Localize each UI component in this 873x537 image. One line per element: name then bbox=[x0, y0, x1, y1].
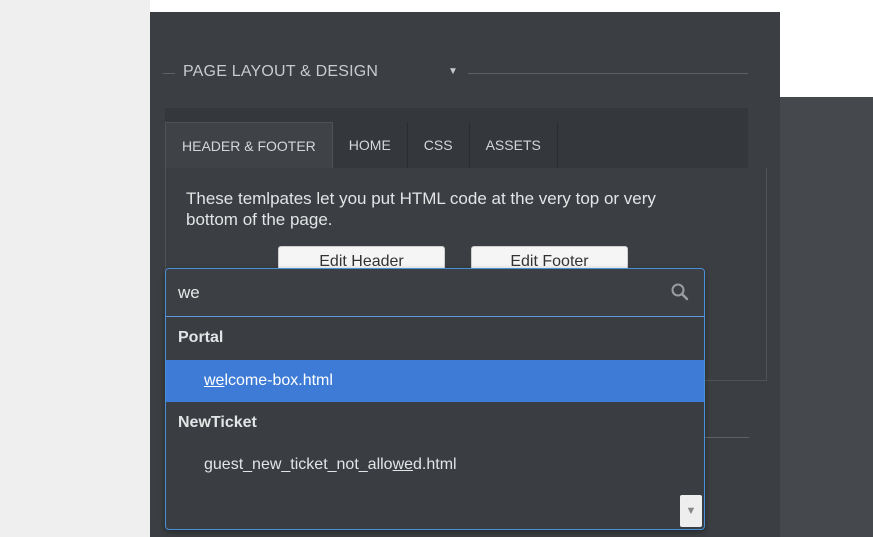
option-prefix: guest_new_ticket_not_allo bbox=[204, 456, 393, 473]
section-header[interactable]: PAGE LAYOUT & DESIGN ▼ bbox=[163, 60, 748, 86]
tab-bar: HEADER & FOOTER HOME CSS ASSETS bbox=[165, 122, 558, 168]
group-label-newticket: NewTicket bbox=[178, 414, 257, 431]
header-rule-right bbox=[468, 73, 748, 74]
option-suffix: lcome-box.html bbox=[224, 372, 333, 389]
scroll-down-arrow-icon[interactable]: ▼ bbox=[680, 495, 702, 527]
search-icon bbox=[671, 283, 689, 301]
left-gutter bbox=[0, 0, 150, 537]
tab-home[interactable]: HOME bbox=[333, 122, 408, 168]
description-text: These temlpates let you put HTML code at… bbox=[186, 189, 656, 229]
template-search-dropdown[interactable]: Portal welcome-box.html NewTicket guest_… bbox=[165, 268, 705, 530]
header-rule-left bbox=[163, 73, 175, 74]
tab-assets[interactable]: ASSETS bbox=[470, 122, 558, 168]
option-suffix: d.html bbox=[413, 456, 457, 473]
dropdown-search-bar bbox=[166, 269, 704, 317]
section-title[interactable]: PAGE LAYOUT & DESIGN bbox=[183, 63, 378, 81]
option-match-highlight: we bbox=[204, 372, 225, 389]
caret-down-icon[interactable]: ▼ bbox=[448, 66, 458, 77]
lower-divider bbox=[705, 437, 749, 438]
option-guest-new-ticket[interactable]: guest_new_ticket_not_allowed.html bbox=[166, 444, 704, 486]
group-label-portal: Portal bbox=[178, 329, 224, 346]
right-panel bbox=[780, 97, 873, 537]
option-match-highlight: we bbox=[392, 456, 414, 473]
tab-header-footer[interactable]: HEADER & FOOTER bbox=[165, 122, 333, 168]
tab-css[interactable]: CSS bbox=[408, 122, 470, 168]
template-search-input[interactable] bbox=[166, 269, 646, 317]
top-strip bbox=[150, 0, 780, 12]
option-welcome-box[interactable]: welcome-box.html bbox=[166, 360, 704, 402]
